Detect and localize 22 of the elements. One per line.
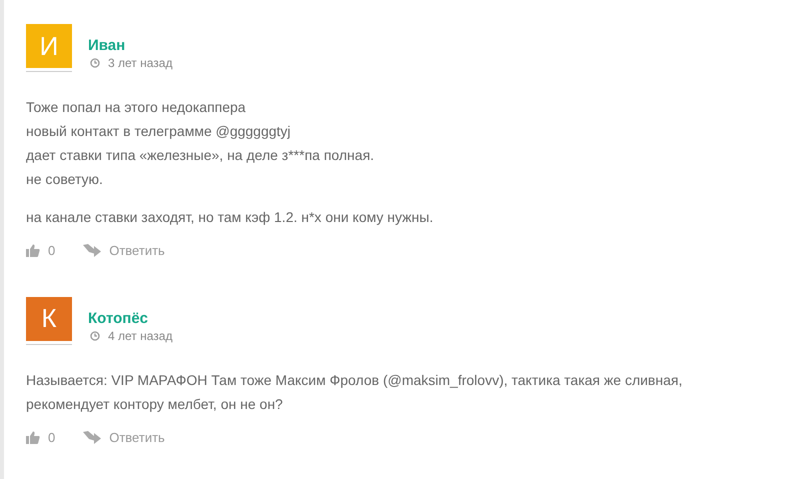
thumbs-up-icon[interactable] [26,430,40,444]
author-name[interactable]: Котопёс [88,310,172,328]
comment-text: новый контакт в телеграмме @ggggggtyj [26,122,292,141]
clock-icon [90,330,100,340]
avatar: К [26,296,72,340]
like-count: 0 [48,428,56,446]
comment-text: дает ставки типа «железные», на деле з***па полная. [26,146,376,165]
comment-text: Тоже попал на этого недокаппера [26,98,247,117]
author-name[interactable]: Иван [88,37,172,55]
comment-text: Называется: VIP МАРАФОН Там тоже Максим Фролов (@maksim_frolovv), тактика такая же сливная, рекомендует контору мелбет, он не он? [26,370,684,414]
comment-text: не советую. [26,170,104,189]
reply-link[interactable]: Ответить [109,241,165,260]
reply-link[interactable]: Ответить [109,428,165,447]
like-count: 0 [48,242,56,260]
clock-icon [90,58,100,68]
reply-arrow-icon[interactable] [83,244,102,258]
comment-time: 4 лет назад [108,328,172,344]
avatar: И [26,24,72,68]
thumbs-up-icon[interactable] [26,244,40,258]
comment-text: на канале ставки заходят, но там кэф 1.2. н*х они кому нужны. [26,208,434,227]
reply-arrow-icon[interactable] [83,430,102,444]
comment-time: 3 лет назад [108,55,172,71]
